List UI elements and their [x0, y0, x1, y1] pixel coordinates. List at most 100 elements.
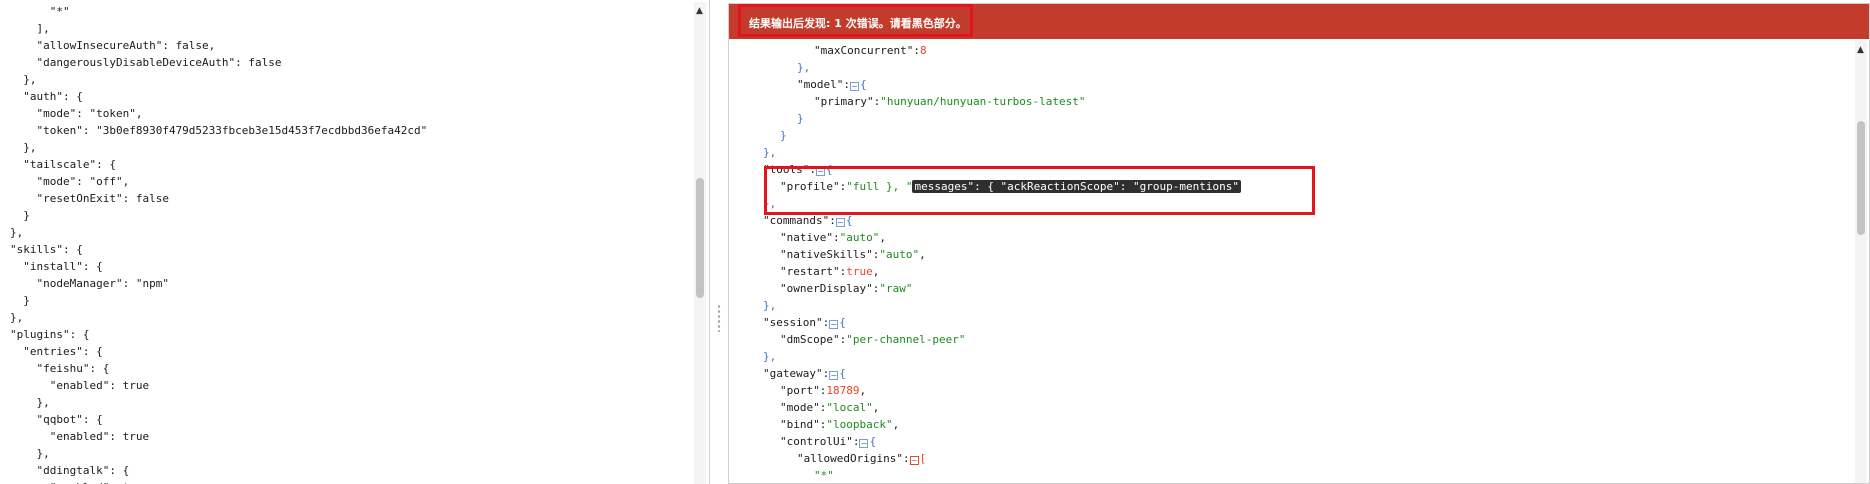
- source-code-line: "tailscale": {: [10, 158, 116, 171]
- code-token: },: [763, 350, 777, 363]
- code-token: 8: [919, 44, 927, 57]
- code-token: :: [822, 367, 830, 380]
- code-token: "primary": [814, 95, 874, 108]
- collapse-toggle-icon[interactable]: −: [829, 371, 839, 380]
- code-token: "model": [797, 78, 844, 91]
- code-token: ,: [919, 248, 926, 261]
- result-tree-line: "controlUi":−{: [780, 433, 876, 450]
- source-code-line: "*": [10, 5, 70, 18]
- collapse-toggle-icon[interactable]: −: [859, 439, 869, 448]
- code-token: "allowedOrigins": [797, 452, 903, 465]
- source-code-line: "enabled": true: [10, 379, 150, 392]
- code-token: {: [859, 78, 867, 91]
- code-token: :: [902, 452, 910, 465]
- source-code-line: "entries": {: [10, 345, 103, 358]
- source-code-line: "resetOnExit": false: [10, 192, 169, 205]
- code-token: "native": [780, 231, 833, 244]
- result-tree-line: }: [780, 127, 787, 144]
- validation-result-panel: 结果输出后发现: 1 次错误。请看黑色部分。 "maxConcurrent":8…: [728, 3, 1870, 484]
- code-token: "session": [763, 316, 823, 329]
- result-tree-line: },: [797, 59, 810, 76]
- panel-splitter[interactable]: [710, 0, 728, 484]
- code-token: ,: [892, 418, 900, 431]
- result-tree-line: "mode":"local",: [780, 399, 879, 416]
- code-token: :: [843, 78, 850, 91]
- result-tree-line: "model":−{: [797, 76, 867, 93]
- source-code-line: },: [10, 447, 50, 460]
- result-tree-line: "*": [814, 467, 834, 483]
- source-code-line: "token": "3b0ef8930f479d5233fbceb3e15d45…: [10, 124, 428, 137]
- scroll-up-arrow-icon[interactable]: ▲: [1857, 45, 1864, 55]
- source-json-editor[interactable]: "*" ], "allowInsecureAuth": false, "dang…: [0, 0, 710, 484]
- right-vertical-scrollbar[interactable]: ▲: [1855, 41, 1867, 483]
- source-code-line: "ddingtalk": {: [10, 464, 130, 477]
- code-token: "nativeSkills": [780, 248, 873, 261]
- left-scroll-thumb[interactable]: [696, 178, 704, 298]
- collapse-toggle-icon[interactable]: −: [849, 82, 859, 91]
- splitter-grip-icon[interactable]: [717, 304, 721, 332]
- source-code-line: "auth": {: [10, 90, 83, 103]
- right-scroll-thumb[interactable]: [1857, 121, 1865, 235]
- source-code-line: "mode": "off",: [10, 175, 130, 188]
- result-tree-line: "session":−{: [763, 314, 846, 331]
- code-token: {: [839, 316, 846, 329]
- code-token: [: [919, 452, 927, 465]
- result-tree-line: "gateway":−{: [763, 365, 846, 382]
- source-code-line: "allowInsecureAuth": false,: [10, 39, 216, 52]
- code-token: "ownerDisplay": [780, 282, 873, 295]
- source-code-line: "plugins": {: [10, 328, 90, 341]
- result-tree-line: "port":18789,: [780, 382, 866, 399]
- code-token: ,: [872, 401, 880, 414]
- code-token: "mode": [780, 401, 820, 414]
- code-token: "*": [814, 469, 834, 482]
- collapse-toggle-icon[interactable]: −: [829, 320, 839, 329]
- code-token: :: [913, 44, 920, 57]
- source-code-line: "nodeManager": "npm": [10, 277, 169, 290]
- source-code-line: },: [10, 311, 24, 324]
- source-code-line: "feishu": {: [10, 362, 110, 375]
- code-token: "auto": [879, 248, 920, 261]
- code-token: },: [797, 61, 811, 74]
- source-code-line: "dangerouslyDisableDeviceAuth": false: [10, 56, 282, 69]
- source-code-line: "enabled": true: [10, 430, 150, 443]
- left-vertical-scrollbar[interactable]: ▲: [694, 2, 706, 484]
- code-token: },: [763, 146, 777, 159]
- result-tree-line: "allowedOrigins":−[: [797, 450, 926, 467]
- result-tree-line: "dmScope":"per-channel-peer": [780, 331, 965, 348]
- collapse-toggle-icon[interactable]: −: [835, 218, 845, 227]
- code-token: "per-channel-peer": [846, 333, 966, 346]
- code-token: :: [822, 316, 830, 329]
- code-token: },: [763, 299, 777, 312]
- result-tree-line: "native":"auto",: [780, 229, 886, 246]
- code-token: "loopback": [826, 418, 893, 431]
- code-token: "port": [780, 384, 820, 397]
- error-banner: 结果输出后发现: 1 次错误。请看黑色部分。: [729, 4, 1869, 39]
- result-tree-line: "primary":"hunyuan/hunyuan-turbos-latest…: [814, 93, 1086, 110]
- code-token: }: [797, 112, 804, 125]
- scroll-up-arrow-icon[interactable]: ▲: [696, 6, 703, 16]
- result-tree-line: "restart":true,: [780, 263, 879, 280]
- source-code-line: "enabled": true: [10, 479, 427, 484]
- source-code-line: },: [10, 396, 50, 409]
- result-tree-line: "nativeSkills":"auto",: [780, 246, 926, 263]
- source-code-line: "install": {: [10, 260, 103, 273]
- source-code-line: }: [10, 294, 30, 307]
- result-json-tree[interactable]: "maxConcurrent":8}, "model":−{"primary":"…: [729, 42, 1851, 483]
- result-tree-line: "ownerDisplay":"raw": [780, 280, 912, 297]
- code-token: :: [829, 214, 836, 227]
- result-tree-line: }: [797, 110, 804, 127]
- code-token: ,: [879, 231, 886, 244]
- source-code-line: ],: [10, 22, 50, 35]
- code-token: "raw": [879, 282, 913, 295]
- result-tree-line: },: [763, 348, 776, 365]
- source-code-text[interactable]: "*" ], "allowInsecureAuth": false, "dang…: [10, 3, 427, 484]
- code-token: "bind": [780, 418, 820, 431]
- collapse-toggle-icon[interactable]: −: [909, 456, 919, 465]
- code-token: true: [846, 265, 873, 278]
- code-token: "restart": [780, 265, 840, 278]
- code-token: "controlUi": [780, 435, 853, 448]
- code-token: "commands": [763, 214, 830, 227]
- code-token: "dmScope": [780, 333, 840, 346]
- code-token: {: [839, 367, 846, 380]
- source-code-line: },: [10, 141, 37, 154]
